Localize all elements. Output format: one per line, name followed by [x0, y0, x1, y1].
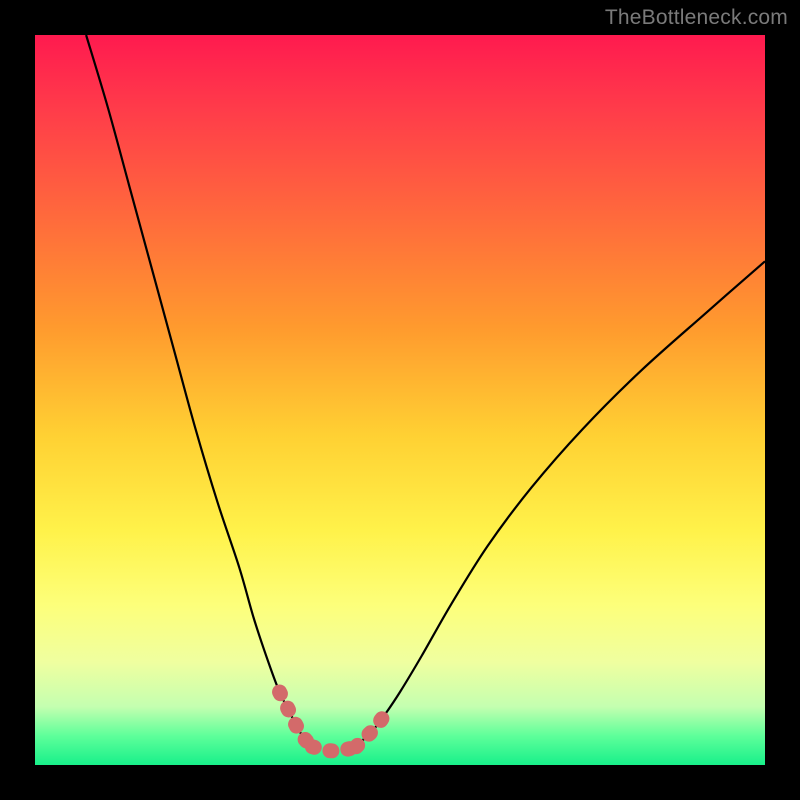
series-highlight-right — [356, 714, 385, 747]
series-left-curve — [86, 35, 312, 747]
watermark-text: TheBottleneck.com — [605, 6, 788, 30]
chart-frame: TheBottleneck.com — [0, 0, 800, 800]
chart-plot-area — [35, 35, 765, 765]
chart-svg — [35, 35, 765, 765]
series-right-curve — [356, 261, 765, 746]
